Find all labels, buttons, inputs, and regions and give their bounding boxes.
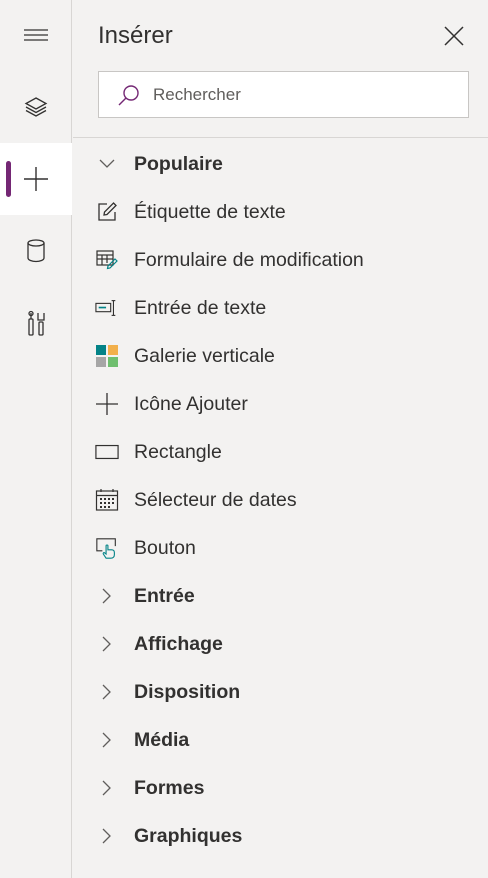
data-button[interactable] bbox=[0, 223, 72, 279]
category-formes[interactable]: Formes bbox=[73, 764, 488, 812]
search-input[interactable] bbox=[153, 84, 453, 105]
search-icon bbox=[118, 84, 139, 105]
category-label: Populaire bbox=[134, 152, 223, 175]
divider bbox=[73, 137, 488, 138]
chevron-right-icon bbox=[102, 684, 111, 700]
chevron-right-icon bbox=[102, 588, 111, 604]
item-text-input[interactable]: Entrée de texte bbox=[73, 284, 488, 332]
category-affichage[interactable]: Affichage bbox=[73, 620, 488, 668]
category-disposition[interactable]: Disposition bbox=[73, 668, 488, 716]
item-button[interactable]: Bouton bbox=[73, 524, 488, 572]
text-label-icon bbox=[98, 202, 117, 221]
database-icon bbox=[27, 239, 45, 263]
item-vertical-gallery[interactable]: Galerie verticale bbox=[73, 332, 488, 380]
item-date-picker[interactable]: Sélecteur de dates bbox=[73, 476, 488, 524]
text-input-icon bbox=[95, 300, 116, 316]
panel-title: Insérer bbox=[98, 22, 173, 49]
left-rail bbox=[0, 0, 72, 878]
chevron-right-icon bbox=[102, 636, 111, 652]
category-entree[interactable]: Entrée bbox=[73, 572, 488, 620]
chevron-down-icon bbox=[99, 159, 115, 168]
tools-icon bbox=[28, 310, 45, 336]
search-box bbox=[98, 71, 469, 118]
menu-button[interactable] bbox=[0, 7, 72, 63]
category-media[interactable]: Média bbox=[73, 716, 488, 764]
insert-panel: Insérer Populaire Étiquette de texte For… bbox=[73, 0, 488, 878]
item-rectangle[interactable]: Rectangle bbox=[73, 428, 488, 476]
edit-form-icon bbox=[96, 250, 118, 270]
tree-view-button[interactable] bbox=[0, 79, 72, 135]
chevron-right-icon bbox=[102, 828, 111, 844]
category-populaire[interactable]: Populaire bbox=[73, 140, 488, 188]
calendar-icon bbox=[95, 489, 119, 511]
item-edit-form[interactable]: Formulaire de modification bbox=[73, 236, 488, 284]
add-icon bbox=[96, 393, 118, 415]
hamburger-icon bbox=[24, 29, 48, 41]
layers-icon bbox=[24, 97, 48, 117]
chevron-right-icon bbox=[102, 732, 111, 748]
item-add-icon[interactable]: Icône Ajouter bbox=[73, 380, 488, 428]
insert-button[interactable] bbox=[0, 143, 72, 215]
category-graphiques[interactable]: Graphiques bbox=[73, 812, 488, 860]
add-icon bbox=[24, 167, 48, 191]
gallery-icon bbox=[96, 345, 118, 367]
button-icon bbox=[96, 538, 116, 559]
chevron-right-icon bbox=[102, 780, 111, 796]
rectangle-icon bbox=[95, 444, 119, 460]
item-text-label[interactable]: Étiquette de texte bbox=[73, 188, 488, 236]
close-icon[interactable] bbox=[442, 24, 466, 48]
advanced-tools-button[interactable] bbox=[0, 296, 72, 352]
